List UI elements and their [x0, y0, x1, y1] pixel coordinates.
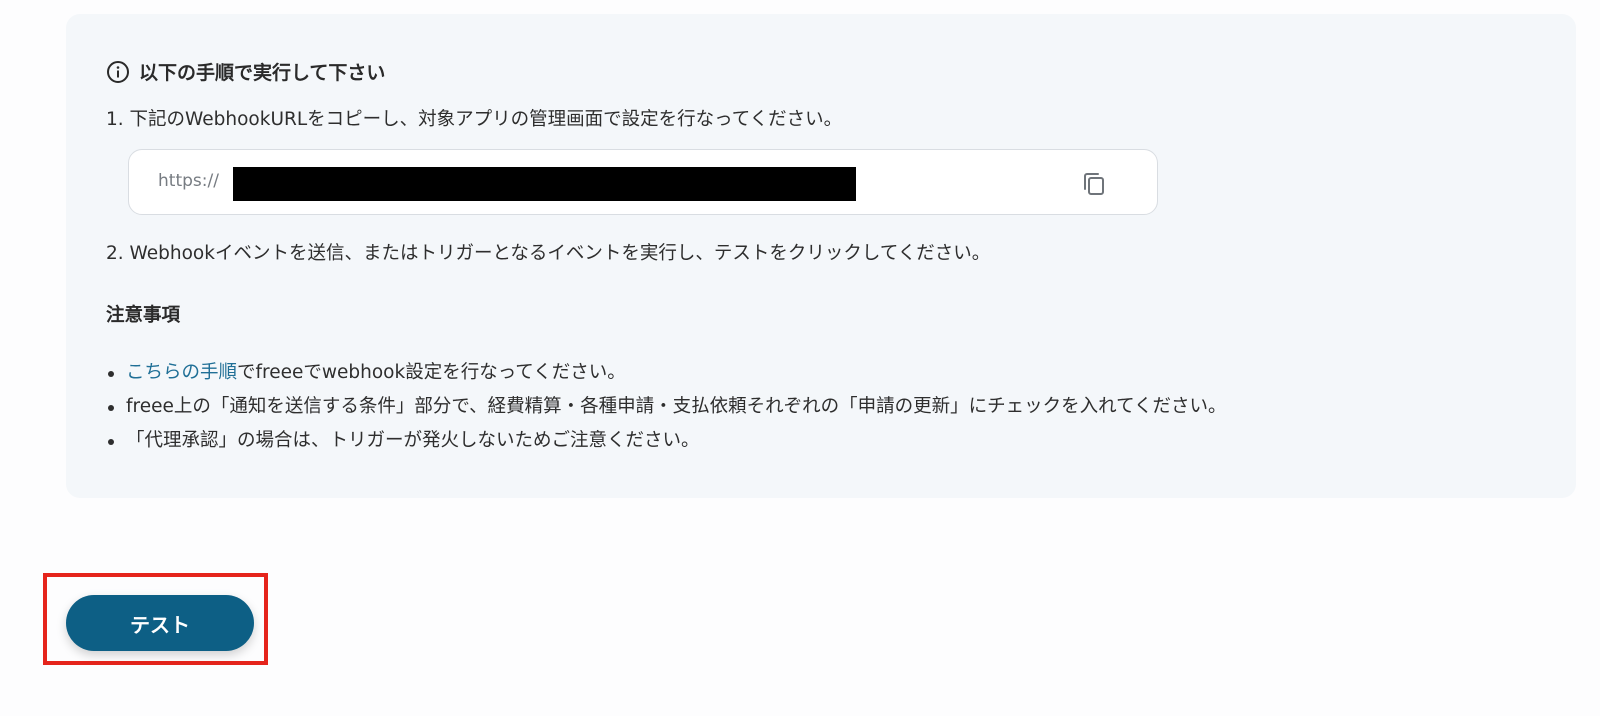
notes-title: 注意事項 — [106, 305, 181, 326]
note-item-1: こちらの手順でfreeeでwebhook設定を行なってください。 — [106, 356, 1227, 390]
webhook-url-field[interactable]: https:// — [128, 149, 1158, 215]
test-button[interactable]: テスト — [66, 595, 254, 651]
note-item-2: freee上の「通知を送信する条件」部分で、経費精算・各種申請・支払依頼それぞれ… — [106, 390, 1227, 424]
step-1-text: 1. 下記のWebhookURLをコピーし、対象アプリの管理画面で設定を行なって… — [106, 109, 843, 130]
info-circle-icon — [107, 60, 129, 83]
copy-url-button[interactable] — [1077, 167, 1111, 201]
notes-list: こちらの手順でfreeeでwebhook設定を行なってください。 freee上の… — [106, 356, 1227, 458]
procedure-link[interactable]: こちらの手順 — [126, 362, 237, 383]
webhook-url-redaction — [233, 167, 856, 201]
note-item-1-text: でfreeeでwebhook設定を行なってください。 — [237, 362, 626, 383]
step-2-text: 2. Webhookイベントを送信、またはトリガーとなるイベントを実行し、テスト… — [106, 243, 991, 264]
instructions-heading: 以下の手順で実行して下さい — [106, 58, 385, 85]
webhook-url-prefix: https:// — [158, 171, 219, 191]
copy-icon — [1084, 173, 1104, 195]
note-item-3: 「代理承認」の場合は、トリガーが発火しないためご注意ください。 — [106, 424, 1227, 458]
instructions-title: 以下の手順で実行して下さい — [139, 62, 386, 84]
